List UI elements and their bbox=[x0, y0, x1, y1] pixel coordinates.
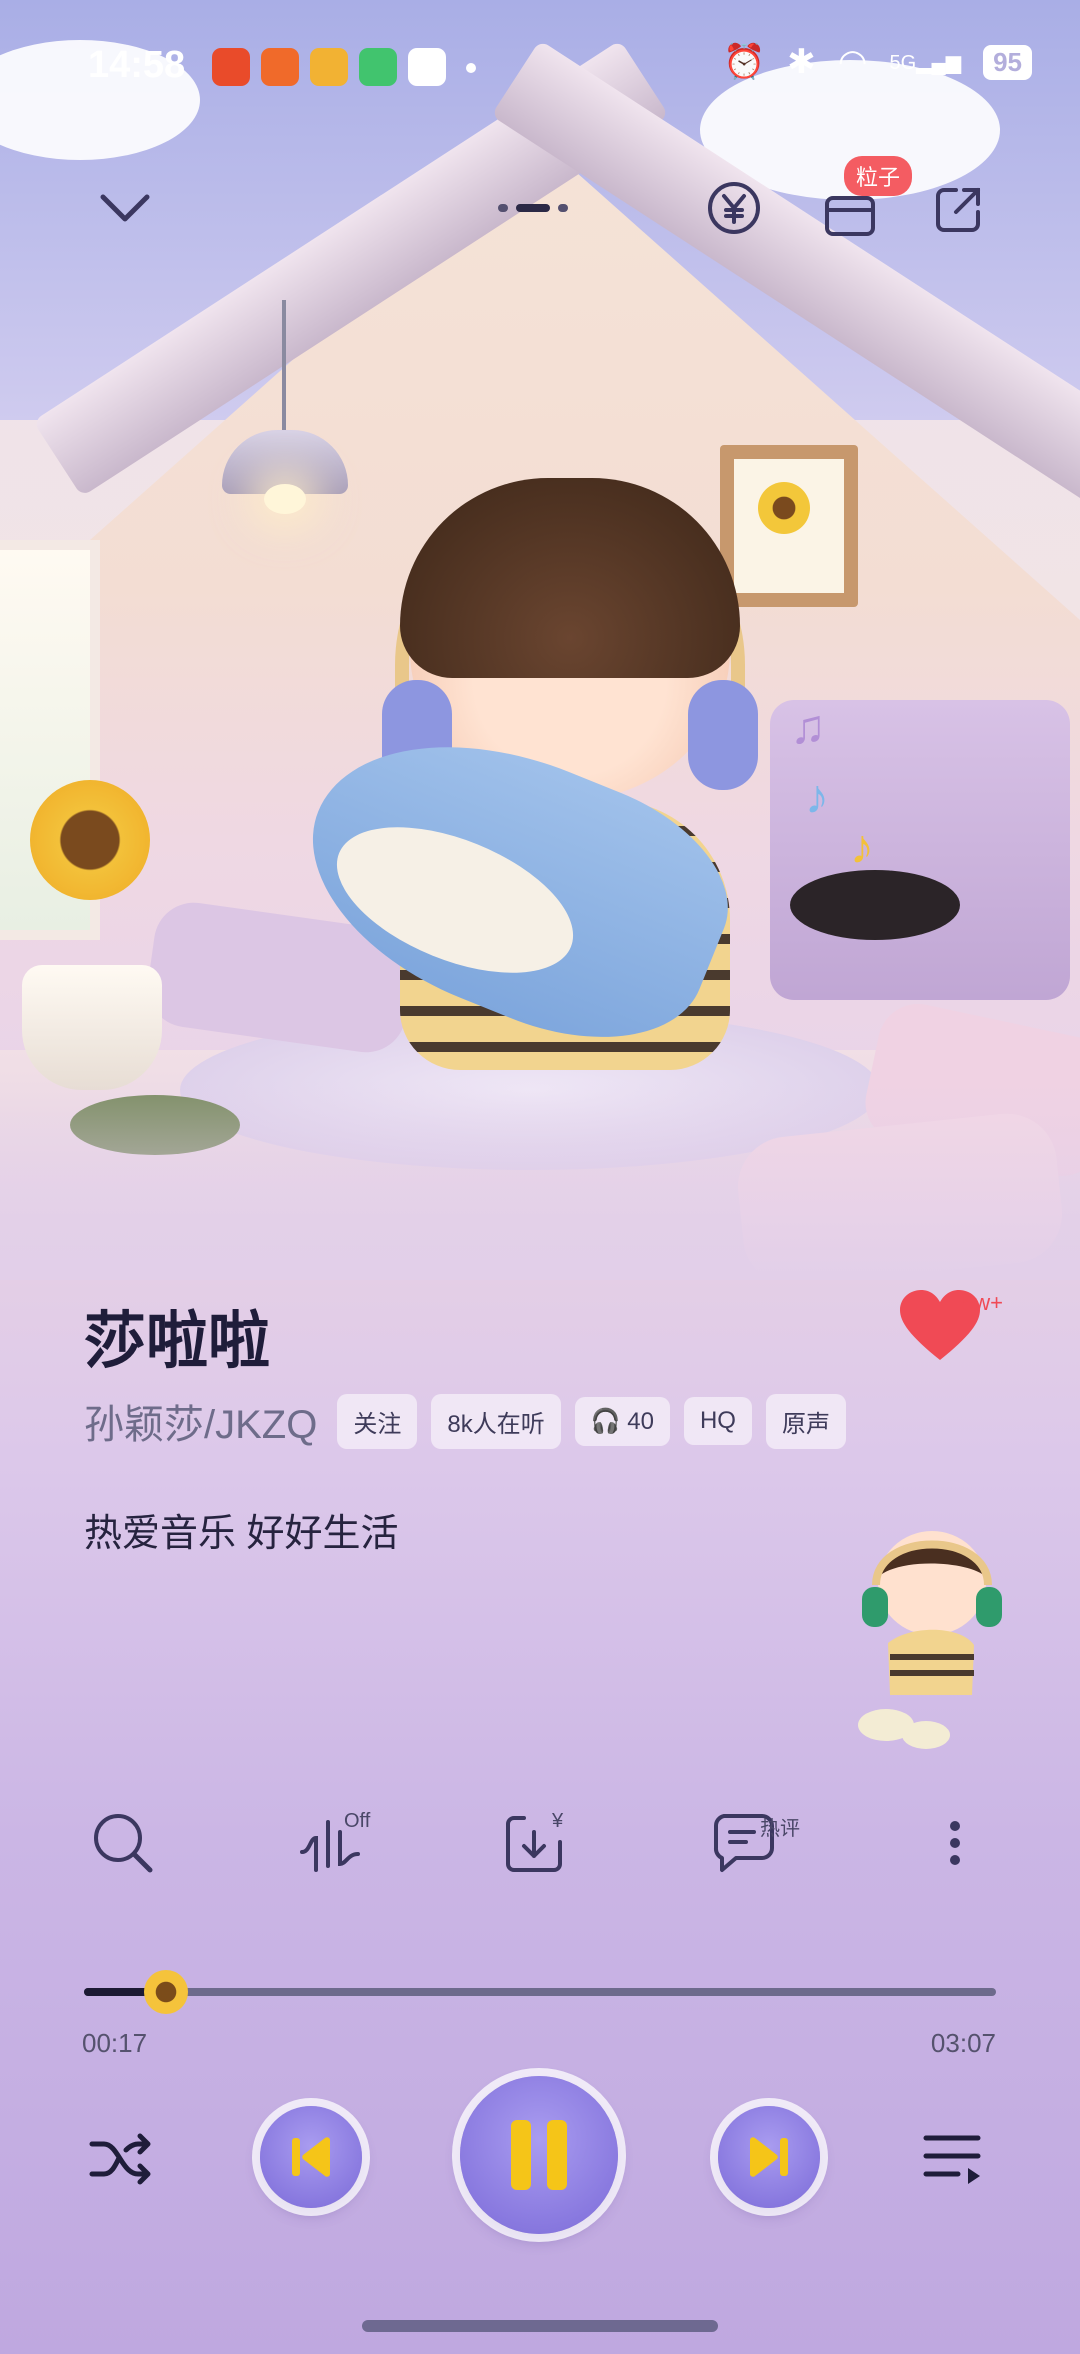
search-button[interactable] bbox=[88, 1808, 168, 1888]
page-dot bbox=[498, 204, 508, 212]
hot-comment-label: 热评 bbox=[760, 1818, 800, 1840]
app-notification-icon bbox=[261, 48, 299, 86]
vip-button[interactable] bbox=[704, 178, 764, 238]
sound-effect-status: Off bbox=[344, 1810, 371, 1832]
lyric-line[interactable]: 热爱音乐 好好生活 bbox=[84, 1502, 399, 1557]
music-note-icon: ♫ bbox=[790, 701, 826, 754]
battery-icon: 95 bbox=[983, 44, 1032, 80]
playlist-icon bbox=[923, 2135, 981, 2184]
music-note-icon: ♪ bbox=[850, 821, 874, 874]
status-right: ⏰ ✱ ◠ 5G▂▄▆ 95 bbox=[723, 42, 1032, 82]
total-time: 03:07 bbox=[930, 2028, 996, 2058]
pause-icon bbox=[511, 2120, 567, 2190]
share-icon bbox=[936, 188, 980, 232]
status-time: 14:58 bbox=[88, 44, 186, 86]
playlist-button[interactable] bbox=[918, 2124, 998, 2204]
share-button[interactable] bbox=[928, 180, 988, 240]
wifi-icon: ◠ bbox=[837, 43, 868, 81]
more-notifications-dot bbox=[466, 63, 476, 73]
next-icon bbox=[750, 2137, 788, 2177]
alarm-icon: ⏰ bbox=[722, 43, 766, 81]
page-dot-active bbox=[516, 204, 550, 212]
like-count: 5w+ bbox=[962, 1290, 1003, 1315]
download-price-mark: ¥ bbox=[552, 1810, 564, 1832]
listen-together-chip[interactable]: 🎧 40 bbox=[574, 1396, 670, 1446]
artwork-fade bbox=[0, 1080, 1080, 1280]
music-note-icon: ♪ bbox=[805, 771, 829, 824]
status-bar: 14:58 ⏰ ✱ ◠ 5G▂▄▆ 95 bbox=[0, 0, 1080, 140]
next-button[interactable] bbox=[718, 2106, 820, 2208]
artist-row: 孙颖莎/JKZQ 关注 8k人在听 🎧 40 HQ 原声 bbox=[84, 1392, 846, 1450]
follow-chip[interactable]: 关注 bbox=[337, 1393, 418, 1449]
yen-coin-icon bbox=[708, 182, 760, 234]
signal-icon: 5G▂▄▆ bbox=[889, 51, 962, 74]
shuffle-button[interactable] bbox=[86, 2124, 166, 2204]
bluetooth-icon: ✱ bbox=[787, 43, 816, 81]
app-notification-icon bbox=[408, 48, 446, 86]
app-notification-icon bbox=[359, 48, 397, 86]
artist-name[interactable]: 孙颖莎/JKZQ bbox=[84, 1392, 317, 1450]
app-notification-icon bbox=[212, 48, 250, 86]
search-icon bbox=[94, 1814, 153, 1873]
player-screen: ♫ ♪ ♪ 14:58 ⏰ ✱ ◠ 5G▂▄▆ 95 粒子 莎啦啦 5w+ 孙颖… bbox=[0, 0, 1080, 2354]
download-button[interactable] bbox=[502, 1808, 582, 1888]
page-dot bbox=[558, 204, 568, 212]
lamp-bulb bbox=[264, 484, 306, 514]
sticker-art bbox=[858, 1531, 1002, 1749]
progress-track[interactable] bbox=[84, 1988, 996, 1996]
original-chip[interactable]: 原声 bbox=[765, 1393, 846, 1449]
progress-thumb[interactable] bbox=[144, 1970, 188, 2014]
chevron-down-icon bbox=[100, 194, 150, 222]
network-type: 5G bbox=[889, 51, 917, 74]
particle-badge: 粒子 bbox=[844, 156, 913, 196]
character-sticker bbox=[840, 1525, 1020, 1755]
song-title: 莎啦啦 bbox=[84, 1307, 271, 1376]
page-indicator[interactable] bbox=[498, 204, 568, 212]
sunflower bbox=[30, 780, 150, 900]
more-dots-icon bbox=[950, 1821, 960, 1865]
app-notification-icon bbox=[310, 48, 348, 86]
current-time: 00:17 bbox=[82, 2028, 148, 2058]
collapse-button[interactable] bbox=[90, 178, 160, 238]
vinyl-record bbox=[790, 870, 960, 940]
listeners-chip[interactable]: 8k人在听 bbox=[431, 1393, 561, 1449]
quality-chip[interactable]: HQ bbox=[683, 1397, 752, 1445]
more-button[interactable] bbox=[930, 1808, 1010, 1888]
home-indicator[interactable] bbox=[362, 2320, 718, 2332]
album-artwork: ♫ ♪ ♪ bbox=[0, 0, 1080, 1280]
lamp-cord bbox=[282, 300, 286, 440]
flower-pot bbox=[22, 965, 162, 1090]
previous-icon bbox=[292, 2137, 330, 2177]
shuffle-icon bbox=[89, 2133, 151, 2185]
sunflower-painting bbox=[758, 482, 810, 534]
previous-button[interactable] bbox=[260, 2106, 362, 2208]
headphone-cup bbox=[688, 680, 758, 790]
pause-button[interactable] bbox=[460, 2076, 618, 2234]
